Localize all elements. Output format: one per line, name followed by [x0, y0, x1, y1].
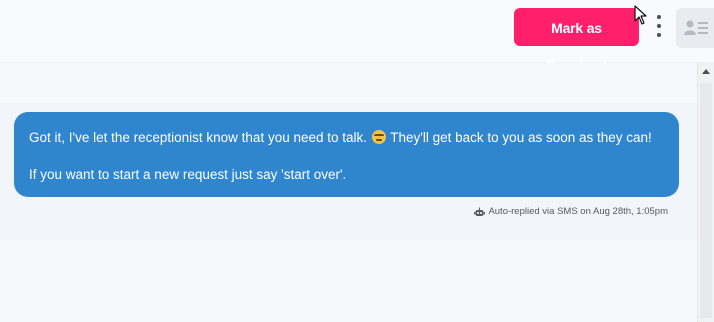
more-options-icon[interactable]: [652, 15, 666, 37]
outgoing-message-bubble: Got it, I've let the receptionist know t…: [14, 112, 679, 197]
scrollbar-thumb[interactable]: [700, 83, 712, 318]
mouse-pointer-icon: [634, 5, 647, 25]
message-text: Got it, I've let the receptionist know t…: [29, 130, 368, 145]
vertical-scrollbar[interactable]: [697, 63, 714, 322]
message-line-2: If you want to start a new request just …: [29, 167, 347, 182]
scroll-up-arrow-icon[interactable]: [702, 69, 710, 74]
conversation-header: Mark as Resolved: [0, 0, 714, 74]
robot-icon: [474, 207, 486, 216]
contact-details-button[interactable]: [676, 8, 714, 48]
conversation-view: Mark as Resolved Got it, I've let the re…: [0, 0, 714, 322]
message-text: They'll get back to you as soon as they …: [390, 130, 652, 145]
message-line-1: Got it, I've let the receptionist know t…: [29, 128, 664, 148]
nerd-face-icon: [371, 130, 386, 144]
message-thread: Got it, I've let the receptionist know t…: [0, 63, 697, 322]
contact-card-icon: [684, 20, 708, 35]
message-meta: Auto-replied via SMS on Aug 28th, 1:05pm: [474, 206, 668, 217]
auto-reply-timestamp: Auto-replied via SMS on Aug 28th, 1:05pm: [488, 206, 668, 217]
mark-as-resolved-button[interactable]: Mark as Resolved: [514, 8, 639, 74]
